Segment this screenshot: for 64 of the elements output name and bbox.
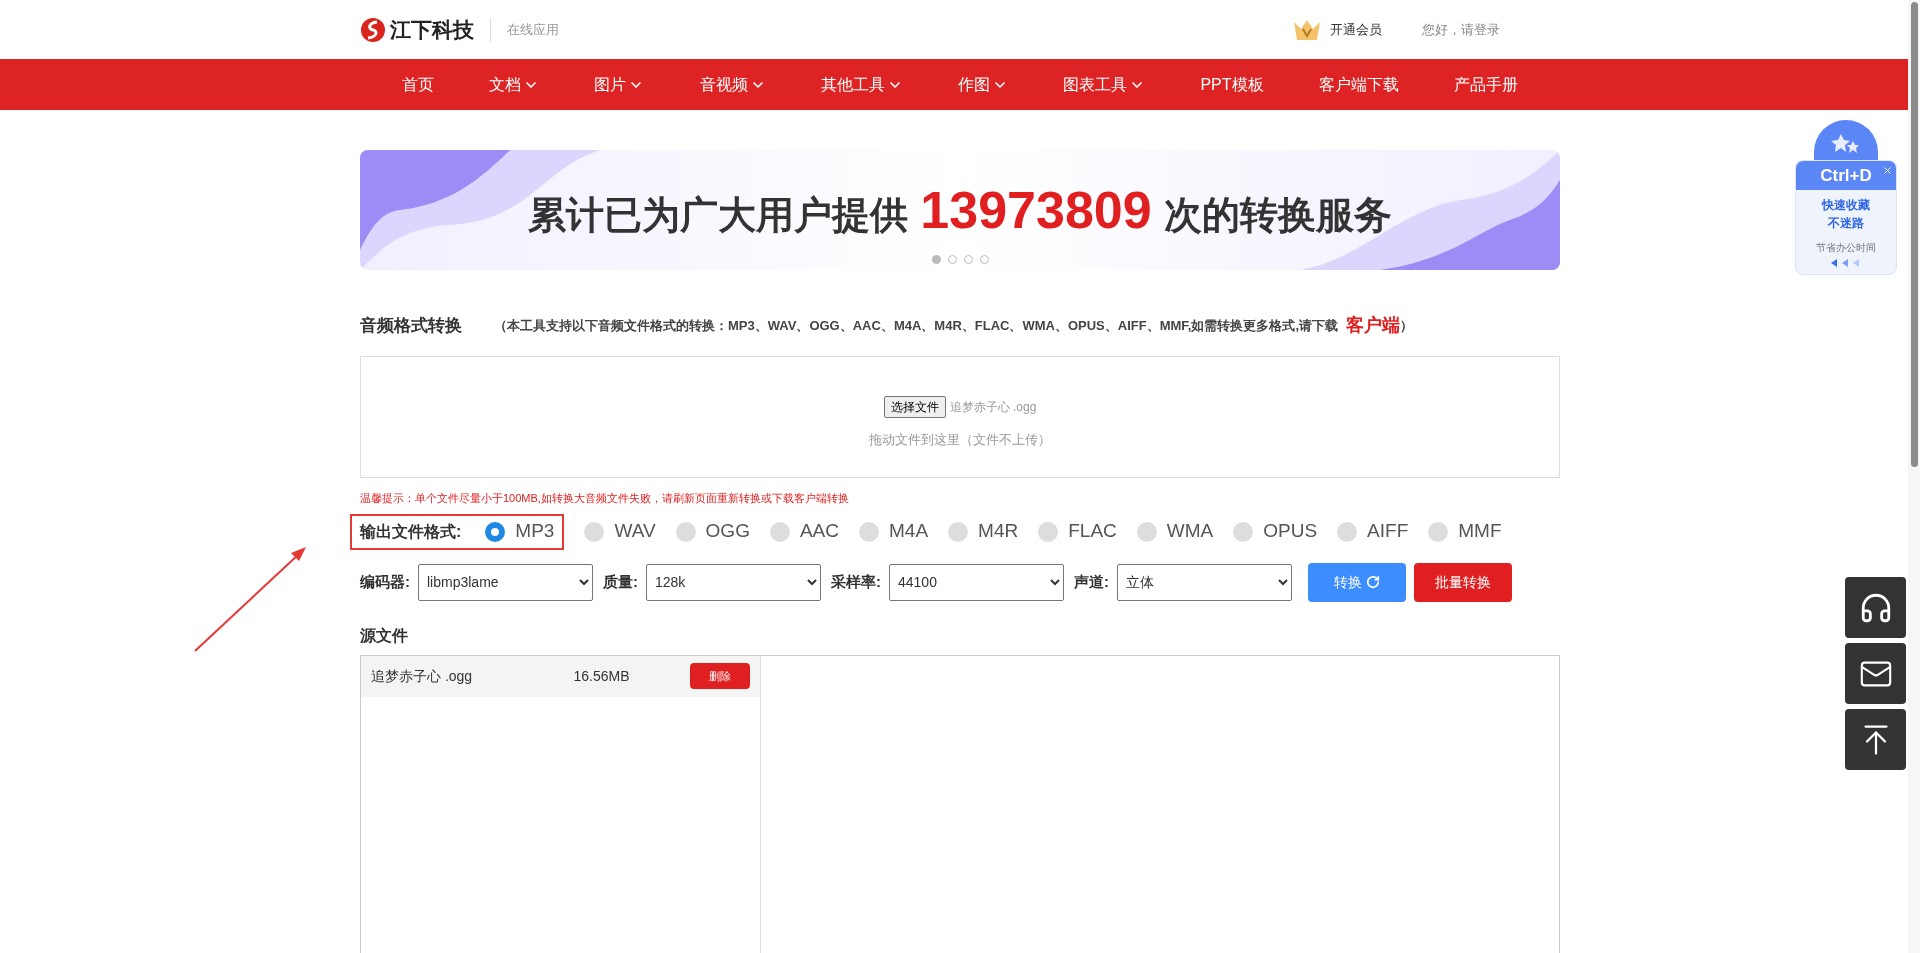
nav-item[interactable]: 文档 [489, 72, 540, 97]
close-icon[interactable] [1882, 165, 1893, 176]
warning-text: 温馨提示：单个文件尽量小于100MB,如转换大音频文件失败，请刷新页面重新转换或下载客户端转换 [360, 491, 850, 506]
setting-label: 声道: [1074, 571, 1109, 592]
nav-item[interactable]: 作图 [958, 72, 1008, 97]
nav-item[interactable]: 其他工具 [820, 72, 903, 97]
format-radio[interactable]: OGG [675, 517, 750, 546]
batch-convert-button[interactable]: 批量转换 [1414, 562, 1512, 602]
setting-select[interactable]: 立体 [1117, 563, 1292, 601]
drop-zone[interactable]: 选择文件 追梦赤子心 .ogg 拖动文件到这里（文件不上传） [360, 356, 1560, 478]
drop-hint: 拖动文件到这里（文件不上传） [869, 431, 1051, 450]
nav-item[interactable]: 首页 [402, 72, 434, 97]
banner-text: 累计已为广大用户提供 [528, 193, 909, 238]
setting-label: 编码器: [360, 571, 410, 592]
format-radio[interactable]: WMA [1136, 517, 1214, 546]
format-radio[interactable]: WAV [584, 517, 656, 546]
card-tagline: 节省办公时间 [1816, 241, 1876, 255]
mail-button[interactable] [1845, 643, 1906, 704]
delete-button[interactable]: 删除 [690, 663, 750, 689]
file-name: 追梦赤子心 .ogg [371, 666, 474, 686]
file-size: 16.56MB [573, 666, 631, 686]
supported-formats-note: （本工具支持以下音频文件格式的转换：MP3、WAV、OGG、AAC、M4A、M4R、FLAC、WMA、OPUS、AIFF、MMF,如需转换更多格式,请下载 [494, 316, 1339, 335]
setting-select[interactable]: libmp3lame [418, 563, 593, 601]
format-label: 输出文件格式: [360, 521, 462, 542]
format-radio[interactable]: MMF [1428, 517, 1502, 546]
format-radio[interactable]: OPUS [1233, 517, 1318, 546]
setting-select[interactable]: 128k [646, 563, 821, 601]
nav-item[interactable]: 图表工具 [1063, 72, 1146, 97]
banner-text: 次的转换服务 [1163, 193, 1392, 238]
note-bracket: ） [1400, 317, 1414, 333]
vip-link[interactable]: 开通会员 [1330, 19, 1382, 40]
format-radio[interactable]: M4A [859, 517, 929, 546]
customer-service-button[interactable] [1845, 577, 1906, 638]
banner-count: 13973809 [920, 180, 1152, 241]
header-subtitle: 在线应用 [507, 20, 559, 39]
chosen-file-name: 追梦赤子心 .ogg [949, 399, 1037, 417]
logo-icon [360, 16, 386, 43]
brand-name: 江下科技 [390, 16, 474, 43]
format-radio[interactable]: MP3 [485, 517, 555, 546]
nav-item[interactable]: 产品手册 [1453, 72, 1518, 97]
nav-item[interactable]: 客户端下载 [1318, 72, 1399, 97]
setting-select[interactable]: 44100 [889, 563, 1064, 601]
nav-item[interactable]: 图片 [594, 72, 645, 97]
setting-label: 质量: [603, 571, 638, 592]
stars-icon [1831, 133, 1861, 155]
bookmark-hint: 不迷路 [1828, 215, 1864, 232]
format-radio[interactable]: AIFF [1337, 517, 1409, 546]
file-row[interactable]: 追梦赤子心 .ogg 16.56MB 删除 [361, 655, 760, 697]
nav-item[interactable]: PPT模板 [1200, 72, 1264, 97]
format-radio[interactable]: M4R [948, 517, 1019, 546]
refresh-icon [1366, 575, 1380, 589]
setting-label: 采样率: [831, 571, 881, 592]
client-link[interactable]: 客户端 [1346, 312, 1401, 339]
tool-title: 音频格式转换 [360, 314, 462, 337]
nav-item[interactable]: 音视频 [699, 72, 766, 97]
shortcut-label: Ctrl+D [1820, 164, 1872, 187]
bookmark-hint: 快速收藏 [1822, 197, 1870, 214]
back-to-top-button[interactable] [1845, 709, 1906, 770]
format-radio[interactable]: AAC [769, 517, 839, 546]
format-radio[interactable]: FLAC [1038, 517, 1117, 546]
triangles-icon [1831, 259, 1861, 267]
choose-file-button[interactable]: 选择文件 [883, 396, 946, 419]
source-title: 源文件 [360, 625, 409, 646]
login-link[interactable]: 您好，请登录 [1422, 19, 1500, 40]
